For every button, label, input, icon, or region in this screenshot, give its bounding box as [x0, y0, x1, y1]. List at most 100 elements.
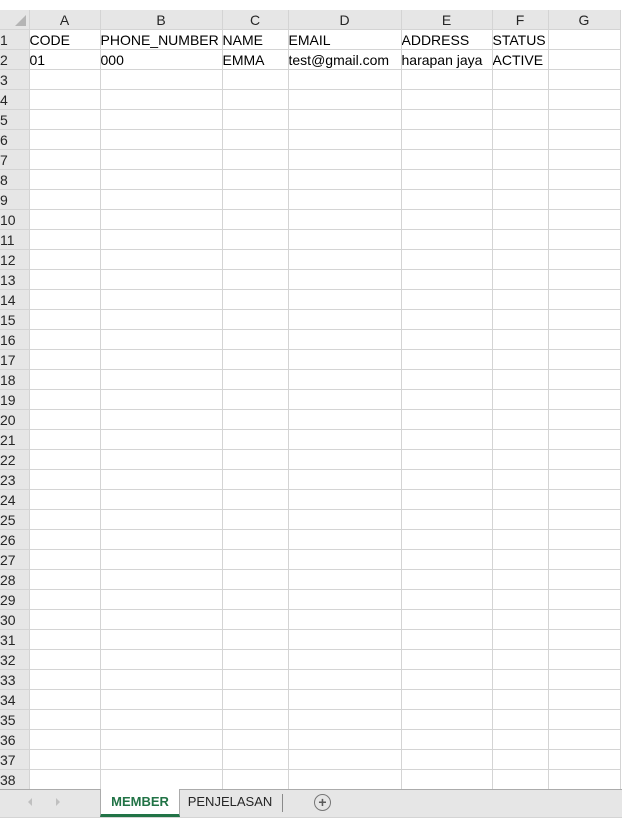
- cell-d9[interactable]: [288, 189, 402, 210]
- cell-a9[interactable]: [29, 189, 101, 210]
- cell-f12[interactable]: [492, 249, 549, 270]
- cell-c37[interactable]: [222, 749, 289, 770]
- cell-f4[interactable]: [492, 89, 549, 110]
- cell-c34[interactable]: [222, 689, 289, 710]
- cell-c26[interactable]: [222, 529, 289, 550]
- cell-a29[interactable]: [29, 589, 101, 610]
- cell-g32[interactable]: [548, 649, 621, 670]
- cell-f29[interactable]: [492, 589, 549, 610]
- cell-b27[interactable]: [100, 549, 223, 570]
- cell-b35[interactable]: [100, 709, 223, 730]
- cell-a21[interactable]: [29, 429, 101, 450]
- cell-e33[interactable]: [401, 669, 493, 690]
- row-header[interactable]: 31: [0, 629, 30, 650]
- cell-c9[interactable]: [222, 189, 289, 210]
- cell-d10[interactable]: [288, 209, 402, 230]
- row-header[interactable]: 33: [0, 669, 30, 690]
- cell-d11[interactable]: [288, 229, 402, 250]
- row-header[interactable]: 15: [0, 309, 30, 330]
- row-header[interactable]: 12: [0, 249, 30, 270]
- cell-f31[interactable]: [492, 629, 549, 650]
- cell-e26[interactable]: [401, 529, 493, 550]
- cell-b36[interactable]: [100, 729, 223, 750]
- cell-a10[interactable]: [29, 209, 101, 230]
- cell-e9[interactable]: [401, 189, 493, 210]
- cell-d12[interactable]: [288, 249, 402, 270]
- cell-d21[interactable]: [288, 429, 402, 450]
- cell-c8[interactable]: [222, 169, 289, 190]
- cell-d33[interactable]: [288, 669, 402, 690]
- cell-g33[interactable]: [548, 669, 621, 690]
- cell-c20[interactable]: [222, 409, 289, 430]
- cell-a1[interactable]: CODE: [29, 29, 101, 50]
- cell-b1[interactable]: PHONE_NUMBER: [100, 29, 223, 50]
- cell-b30[interactable]: [100, 609, 223, 630]
- row-header[interactable]: 17: [0, 349, 30, 370]
- cell-c5[interactable]: [222, 109, 289, 130]
- cell-f35[interactable]: [492, 709, 549, 730]
- cell-e20[interactable]: [401, 409, 493, 430]
- cell-f22[interactable]: [492, 449, 549, 470]
- worksheet-grid[interactable]: ABCDEFG 1 CODE PHONE_NUMBER NAME EMAIL ADDRES…: [0, 10, 622, 790]
- cell-a6[interactable]: [29, 129, 101, 150]
- row-header[interactable]: 8: [0, 169, 30, 190]
- cell-e29[interactable]: [401, 589, 493, 610]
- row-header[interactable]: 7: [0, 149, 30, 170]
- column-header-b[interactable]: B: [100, 10, 223, 30]
- row-header[interactable]: 1: [0, 29, 30, 50]
- cell-d22[interactable]: [288, 449, 402, 470]
- cell-e24[interactable]: [401, 489, 493, 510]
- cell-b14[interactable]: [100, 289, 223, 310]
- cell-c24[interactable]: [222, 489, 289, 510]
- cell-g36[interactable]: [548, 729, 621, 750]
- cell-g22[interactable]: [548, 449, 621, 470]
- cell-a4[interactable]: [29, 89, 101, 110]
- cell-a3[interactable]: [29, 69, 101, 90]
- cell-e12[interactable]: [401, 249, 493, 270]
- cell-d38[interactable]: [288, 769, 402, 790]
- cell-e8[interactable]: [401, 169, 493, 190]
- cell-b28[interactable]: [100, 569, 223, 590]
- cell-e21[interactable]: [401, 429, 493, 450]
- cell-c4[interactable]: [222, 89, 289, 110]
- cell-a32[interactable]: [29, 649, 101, 670]
- cell-f21[interactable]: [492, 429, 549, 450]
- cell-f13[interactable]: [492, 269, 549, 290]
- cell-b11[interactable]: [100, 229, 223, 250]
- cell-a22[interactable]: [29, 449, 101, 470]
- cell-c18[interactable]: [222, 369, 289, 390]
- cell-f20[interactable]: [492, 409, 549, 430]
- cell-d31[interactable]: [288, 629, 402, 650]
- cell-f38[interactable]: [492, 769, 549, 790]
- cell-d8[interactable]: [288, 169, 402, 190]
- cell-a17[interactable]: [29, 349, 101, 370]
- cell-f36[interactable]: [492, 729, 549, 750]
- cell-g2[interactable]: [548, 49, 621, 70]
- cell-g27[interactable]: [548, 549, 621, 570]
- cell-g35[interactable]: [548, 709, 621, 730]
- cell-d5[interactable]: [288, 109, 402, 130]
- cell-e19[interactable]: [401, 389, 493, 410]
- row-header[interactable]: 35: [0, 709, 30, 730]
- row-header[interactable]: 14: [0, 289, 30, 310]
- select-all-corner[interactable]: [0, 10, 30, 30]
- cell-e27[interactable]: [401, 549, 493, 570]
- cell-a19[interactable]: [29, 389, 101, 410]
- cell-a15[interactable]: [29, 309, 101, 330]
- cell-a37[interactable]: [29, 749, 101, 770]
- cell-f9[interactable]: [492, 189, 549, 210]
- row-header[interactable]: 16: [0, 329, 30, 350]
- cell-e3[interactable]: [401, 69, 493, 90]
- row-header[interactable]: 4: [0, 89, 30, 110]
- cell-f26[interactable]: [492, 529, 549, 550]
- column-header-f[interactable]: F: [492, 10, 549, 30]
- cell-c2[interactable]: EMMA: [222, 49, 289, 70]
- cell-c6[interactable]: [222, 129, 289, 150]
- cell-f33[interactable]: [492, 669, 549, 690]
- cell-f28[interactable]: [492, 569, 549, 590]
- cell-c19[interactable]: [222, 389, 289, 410]
- cell-d2[interactable]: test@gmail.com: [288, 49, 402, 70]
- cell-a28[interactable]: [29, 569, 101, 590]
- cell-b33[interactable]: [100, 669, 223, 690]
- cell-e6[interactable]: [401, 129, 493, 150]
